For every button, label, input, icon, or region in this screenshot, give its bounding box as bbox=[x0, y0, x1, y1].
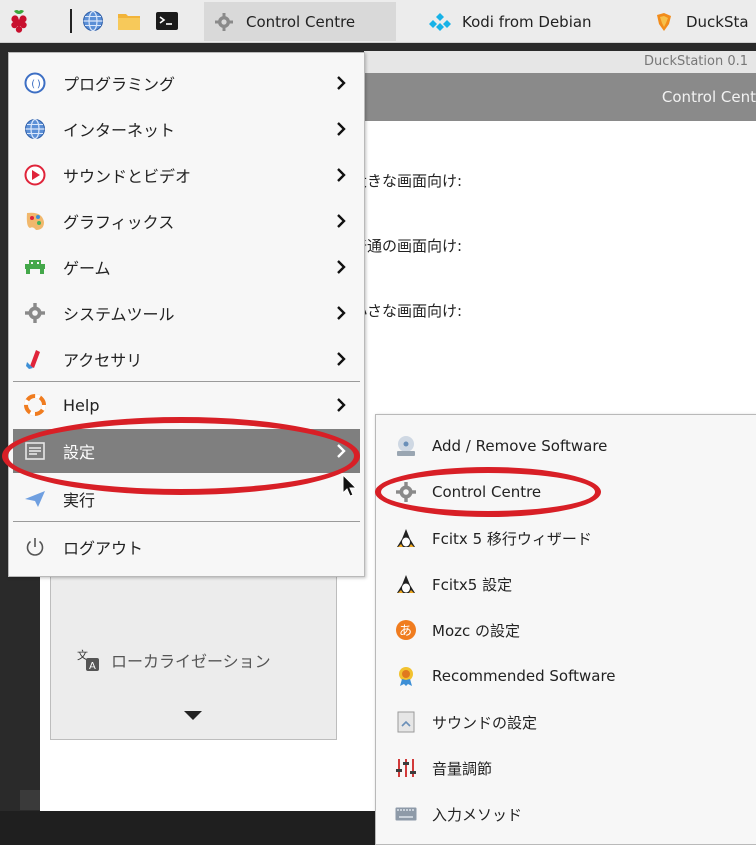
submenu-item-sound-settings[interactable]: サウンドの設定 bbox=[376, 699, 756, 745]
svg-text:A: A bbox=[89, 661, 96, 672]
run-icon bbox=[23, 487, 47, 511]
graphics-icon bbox=[23, 209, 47, 233]
svg-text:(): () bbox=[30, 79, 42, 90]
settings-submenu: Add / Remove Software Control Centre Fci… bbox=[375, 414, 756, 845]
chevron-right-icon bbox=[337, 444, 346, 458]
accessories-icon bbox=[23, 347, 47, 371]
system-tools-icon bbox=[23, 301, 47, 325]
sound-settings-icon bbox=[394, 710, 418, 734]
small-screen-label: 小さな画面向け: bbox=[352, 302, 463, 320]
main-menu: () プログラミング インターネット サウンドとビデオ グラフィックス ゲーム bbox=[8, 52, 365, 577]
raspberry-menu-icon[interactable] bbox=[4, 6, 34, 36]
keyboard-icon bbox=[394, 802, 418, 826]
programming-icon: () bbox=[23, 71, 47, 95]
kodi-icon bbox=[428, 10, 452, 34]
fcitx-penguin-icon bbox=[394, 572, 418, 596]
menu-item-accessories[interactable]: アクセサリ bbox=[13, 337, 360, 381]
submenu-item-recommended-software[interactable]: Recommended Software bbox=[376, 653, 756, 699]
localization-icon: 文 A bbox=[75, 647, 101, 673]
chevron-right-icon bbox=[337, 398, 346, 412]
duckstation-icon bbox=[652, 10, 676, 34]
mozc-icon: あ bbox=[394, 618, 418, 642]
submenu-item-volume-control[interactable]: 音量調節 bbox=[376, 745, 756, 791]
games-icon bbox=[23, 255, 47, 279]
add-remove-software-icon bbox=[394, 434, 418, 458]
file-manager-folder-icon[interactable] bbox=[114, 6, 144, 36]
mouse-cursor-icon bbox=[342, 474, 358, 497]
chevron-right-icon bbox=[337, 122, 346, 136]
menu-divider bbox=[13, 521, 360, 522]
menu-item-internet[interactable]: インターネット bbox=[13, 107, 360, 151]
background-window-header: Control Cent bbox=[364, 73, 756, 121]
chevron-right-icon bbox=[337, 168, 346, 182]
menu-divider bbox=[13, 381, 360, 382]
large-screen-label: 大きな画面向け: bbox=[352, 172, 463, 190]
menu-item-settings[interactable]: 設定 bbox=[13, 429, 360, 473]
menu-item-system-tools[interactable]: システムツール bbox=[13, 291, 360, 335]
taskbar-task-kodi[interactable]: Kodi from Debian bbox=[428, 2, 638, 41]
menu-item-graphics[interactable]: グラフィックス bbox=[13, 199, 360, 243]
submenu-item-fcitx5-migration[interactable]: Fcitx 5 移行ウィザード bbox=[376, 515, 756, 561]
menu-item-run[interactable]: 実行 bbox=[13, 477, 360, 521]
menu-item-logout[interactable]: ログアウト bbox=[13, 525, 360, 569]
web-browser-globe-icon[interactable] bbox=[78, 6, 108, 36]
internet-globe-icon bbox=[23, 117, 47, 141]
fcitx-penguin-icon bbox=[394, 526, 418, 550]
scroll-down-arrow-icon[interactable] bbox=[184, 711, 202, 720]
submenu-item-fcitx5-settings[interactable]: Fcitx5 設定 bbox=[376, 561, 756, 607]
taskbar-task-label: Kodi from Debian bbox=[462, 12, 592, 31]
taskbar-task-control-centre[interactable]: Control Centre bbox=[204, 2, 396, 41]
menu-item-sound-video[interactable]: サウンドとビデオ bbox=[13, 153, 360, 197]
submenu-item-input-method[interactable]: 入力メソッド bbox=[376, 791, 756, 837]
terminal-icon[interactable] bbox=[152, 6, 182, 36]
localization-nav-item[interactable]: 文 A ローカライゼーション bbox=[75, 647, 271, 673]
chevron-right-icon bbox=[337, 76, 346, 90]
chevron-right-icon bbox=[337, 260, 346, 274]
taskbar-task-label: DuckSta bbox=[686, 12, 749, 31]
chevron-right-icon bbox=[337, 352, 346, 366]
volume-mixer-icon bbox=[394, 756, 418, 780]
settings-icon bbox=[23, 439, 47, 463]
submenu-item-mozc-settings[interactable]: あ Mozc の設定 bbox=[376, 607, 756, 653]
gear-icon bbox=[212, 10, 236, 34]
background-strip bbox=[20, 790, 40, 810]
svg-text:あ: あ bbox=[399, 624, 412, 639]
background-window-titlebar: DuckStation 0.1 bbox=[364, 51, 756, 73]
chevron-right-icon bbox=[337, 214, 346, 228]
chevron-right-icon bbox=[337, 306, 346, 320]
normal-screen-label: 普通の画面向け: bbox=[352, 237, 463, 255]
help-lifebuoy-icon bbox=[23, 393, 47, 417]
menu-item-help[interactable]: Help bbox=[13, 383, 360, 427]
taskbar: Control Centre Kodi from Debian DuckSta bbox=[0, 0, 756, 43]
background-side-panel: 文 A ローカライゼーション bbox=[50, 560, 337, 740]
menu-item-games[interactable]: ゲーム bbox=[13, 245, 360, 289]
taskbar-task-duckstation[interactable]: DuckSta bbox=[652, 2, 756, 41]
recommended-software-icon bbox=[394, 664, 418, 688]
control-centre-gear-icon bbox=[394, 480, 418, 504]
taskbar-separator bbox=[70, 9, 72, 33]
logout-icon bbox=[23, 535, 47, 559]
submenu-item-add-remove-software[interactable]: Add / Remove Software bbox=[376, 423, 756, 469]
menu-item-programming[interactable]: () プログラミング bbox=[13, 61, 360, 105]
sound-video-icon bbox=[23, 163, 47, 187]
submenu-item-control-centre[interactable]: Control Centre bbox=[376, 469, 756, 515]
taskbar-task-label: Control Centre bbox=[246, 12, 356, 31]
